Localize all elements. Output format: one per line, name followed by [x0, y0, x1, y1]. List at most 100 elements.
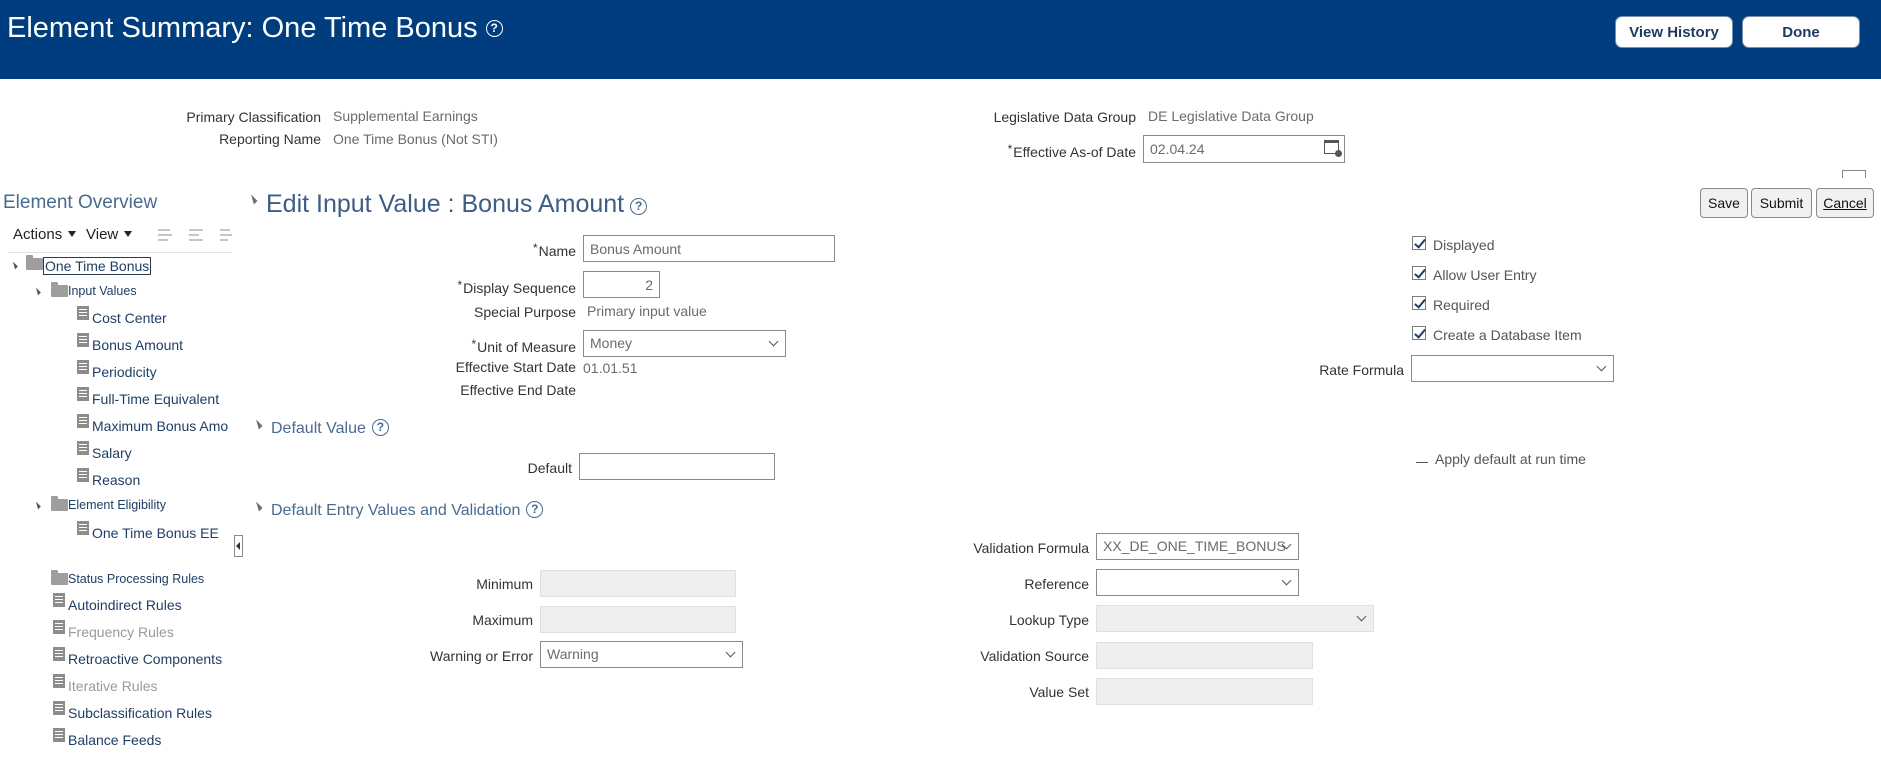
effective-start-date-label: Effective Start Date [455, 359, 576, 375]
name-input[interactable] [583, 235, 835, 262]
allow-user-entry-label: Allow User Entry [1433, 267, 1537, 283]
rate-formula-select[interactable] [1411, 355, 1614, 382]
view-history-button[interactable]: View History [1615, 16, 1733, 48]
tree-item-retroactive-components[interactable]: Retroactive Components [68, 651, 222, 667]
actions-menu[interactable]: Actions [13, 226, 77, 243]
validation-source-input [1096, 642, 1313, 669]
expand-triangle-icon[interactable] [33, 287, 41, 296]
document-icon [53, 593, 65, 607]
help-icon[interactable]: ? [630, 198, 648, 215]
tree-item-element-eligibility[interactable]: Element Eligibility [68, 498, 166, 512]
tree-item-one-time-bonus[interactable]: One Time Bonus [42, 257, 152, 275]
effective-as-of-date-label: *Effective As-of Date [1007, 142, 1136, 160]
section-collapse-icon[interactable] [252, 419, 263, 430]
lookup-type-select [1096, 605, 1374, 632]
default-input[interactable] [579, 453, 775, 480]
reporting-name-value: One Time Bonus (Not STI) [333, 131, 498, 147]
effective-date-field [1143, 135, 1345, 163]
done-button[interactable]: Done [1742, 16, 1860, 48]
section-collapse-icon[interactable] [247, 194, 258, 205]
reference-select[interactable] [1096, 569, 1299, 596]
panel-splitter-handle[interactable] [1842, 170, 1866, 178]
displayed-checkbox[interactable] [1412, 236, 1426, 250]
expand-triangle-icon[interactable] [33, 501, 41, 510]
warning-or-error-label: Warning or Error [430, 648, 533, 664]
tree-item-subclassification-rules[interactable]: Subclassification Rules [68, 705, 212, 721]
submit-button[interactable]: Submit [1751, 188, 1812, 218]
document-icon [77, 333, 89, 347]
chevron-down-icon [1281, 575, 1292, 586]
calendar-icon[interactable] [1324, 140, 1342, 157]
tree-item-autoindirect-rules[interactable]: Autoindirect Rules [68, 597, 182, 613]
lookup-type-label: Lookup Type [1009, 612, 1089, 628]
unit-of-measure-select[interactable]: Money [583, 330, 786, 357]
cancel-button[interactable]: Cancel [1816, 188, 1874, 218]
document-icon [53, 728, 65, 742]
chevron-down-icon [1356, 611, 1367, 622]
reference-label: Reference [1024, 576, 1089, 592]
document-icon [53, 620, 65, 634]
legislative-data-group-value: DE Legislative Data Group [1148, 108, 1314, 124]
display-sequence-input[interactable] [583, 271, 660, 298]
tree-item-input-value[interactable]: Periodicity [92, 364, 157, 380]
section-collapse-icon[interactable] [252, 501, 263, 512]
help-icon[interactable]: ? [371, 419, 389, 436]
edit-input-value-title: Edit Input Value : Bonus Amount? [266, 190, 648, 219]
tree-item-input-value[interactable]: Full-Time Equivalent [92, 391, 219, 407]
help-icon[interactable]: ? [485, 20, 503, 37]
folder-icon [51, 496, 68, 511]
effective-date-input[interactable] [1143, 135, 1345, 163]
document-icon [53, 674, 65, 688]
document-icon [53, 647, 65, 661]
validation-formula-label: Validation Formula [973, 540, 1089, 556]
validation-formula-select[interactable]: XX_DE_ONE_TIME_BONUS [1096, 533, 1299, 560]
expand-all-icon[interactable] [189, 227, 205, 241]
special-purpose-label: Special Purpose [474, 304, 576, 320]
tree-item-status-processing-rules[interactable]: Status Processing Rules [68, 572, 204, 586]
tree-option-icon[interactable] [220, 227, 232, 241]
display-sequence-label: *Display Sequence [457, 278, 576, 296]
validation-source-label: Validation Source [980, 648, 1089, 664]
tree-item-input-value[interactable]: Reason [92, 472, 140, 488]
maximum-label: Maximum [472, 612, 533, 628]
tree-item-input-value[interactable]: Maximum Bonus Amo [92, 418, 233, 434]
default-label: Default [527, 460, 572, 476]
name-label: *Name [532, 241, 576, 259]
collapse-pane-handle[interactable] [234, 535, 243, 557]
tree-item-eligibility[interactable]: One Time Bonus EE [92, 525, 219, 541]
view-menu[interactable]: View [86, 226, 133, 243]
create-database-item-label: Create a Database Item [1433, 327, 1582, 343]
required-checkbox[interactable] [1412, 296, 1426, 310]
effective-start-date-value: 01.01.51 [583, 360, 638, 376]
help-icon[interactable]: ? [526, 501, 544, 518]
chevron-down-icon [725, 647, 736, 658]
tree-item-input-value[interactable]: Bonus Amount [92, 337, 183, 353]
allow-user-entry-checkbox[interactable] [1412, 266, 1426, 280]
page-title: Element Summary: One Time Bonus? [7, 12, 503, 45]
create-database-item-checkbox[interactable] [1412, 326, 1426, 340]
collapse-all-icon[interactable] [158, 227, 174, 241]
maximum-input [540, 606, 736, 633]
document-icon [77, 387, 89, 401]
document-icon [53, 701, 65, 715]
apply-default-indicator [1416, 462, 1428, 463]
validation-section-title: Default Entry Values and Validation? [271, 501, 544, 520]
tree-item-input-value[interactable]: Salary [92, 445, 132, 461]
folder-icon [51, 282, 68, 297]
tree-item-balance-feeds[interactable]: Balance Feeds [68, 732, 161, 748]
apply-default-label: Apply default at run time [1435, 451, 1586, 467]
document-icon [77, 521, 89, 535]
tree-item-input-value[interactable]: Cost Center [92, 310, 167, 326]
reporting-name-label: Reporting Name [219, 131, 321, 147]
save-button[interactable]: Save [1700, 188, 1748, 218]
required-label: Required [1433, 297, 1490, 313]
document-icon [77, 441, 89, 455]
special-purpose-value: Primary input value [587, 303, 707, 319]
chevron-down-icon [768, 336, 779, 347]
expand-triangle-icon[interactable] [10, 261, 18, 270]
tree-item-input-values[interactable]: Input Values [68, 284, 137, 298]
legislative-data-group-label: Legislative Data Group [993, 109, 1136, 125]
warning-or-error-select[interactable]: Warning [540, 641, 743, 668]
chevron-down-icon [1596, 361, 1607, 372]
document-icon [77, 468, 89, 482]
